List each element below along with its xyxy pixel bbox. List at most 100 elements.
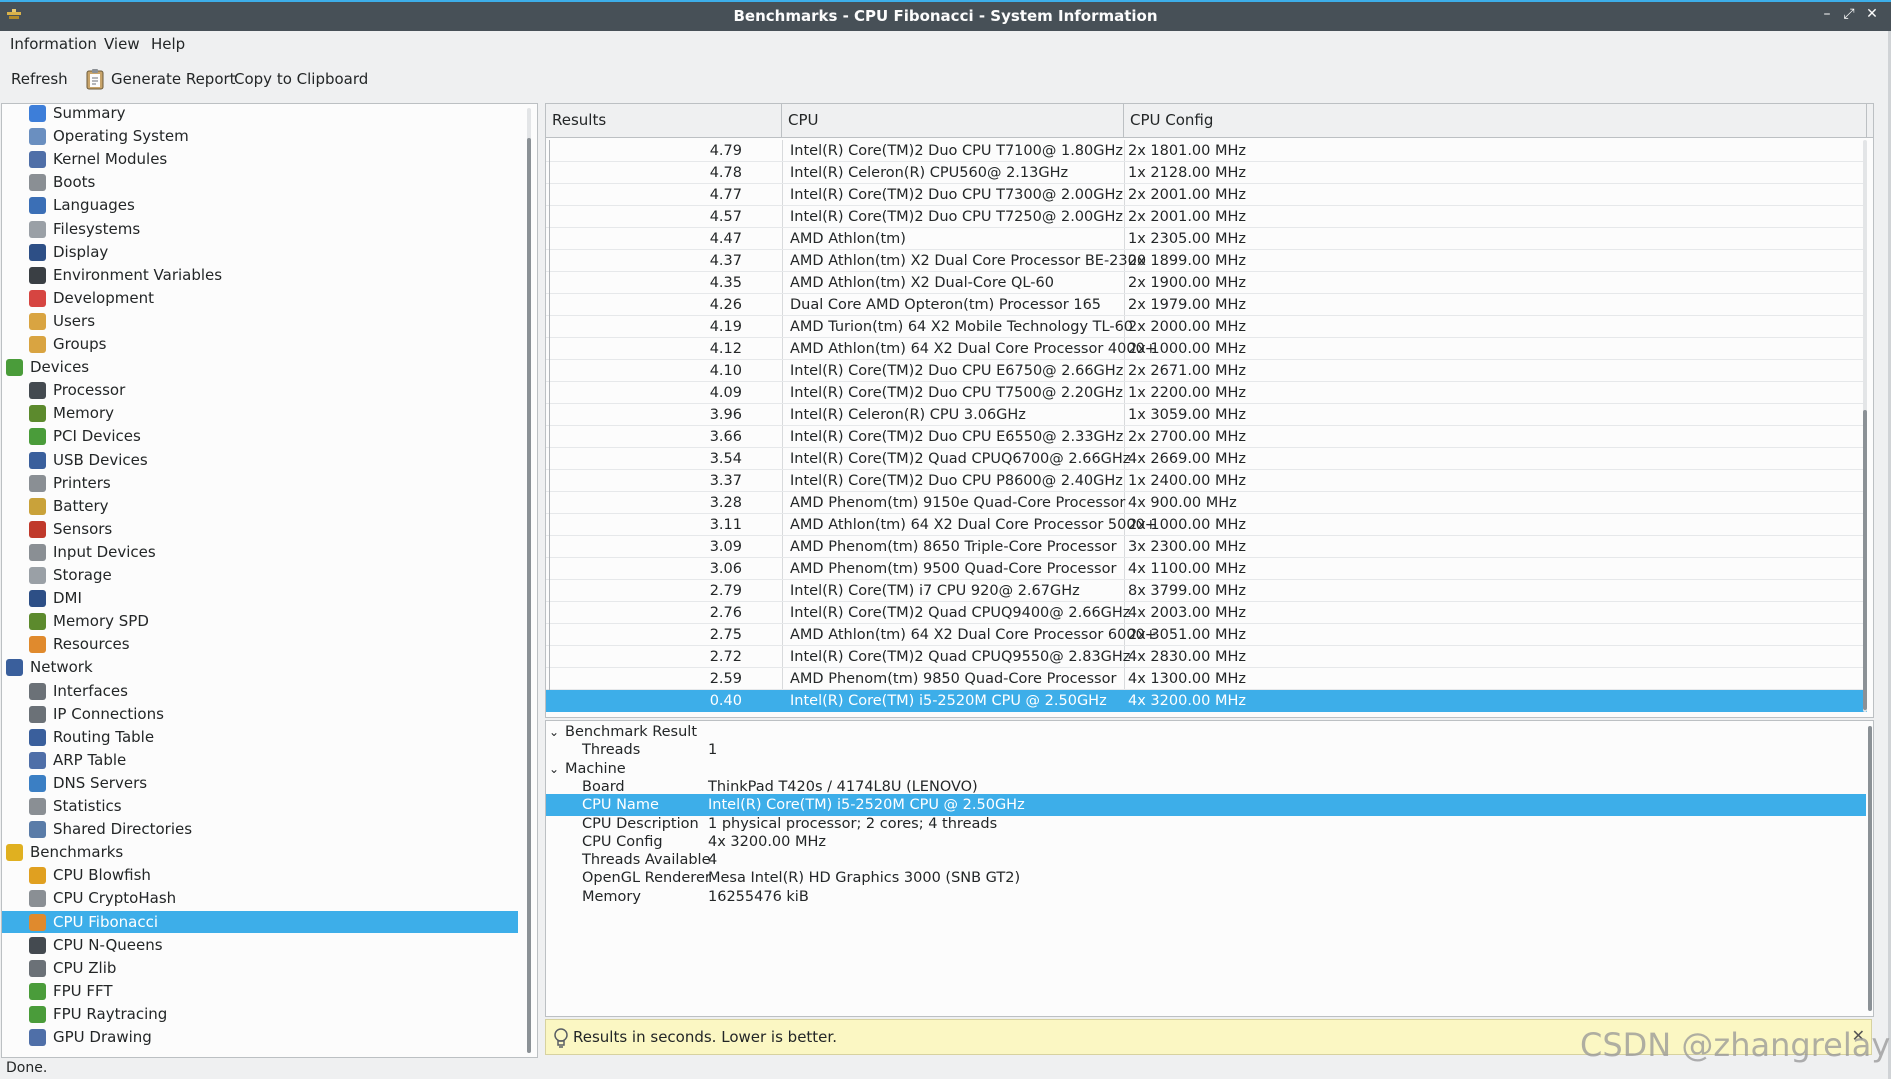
sidebar-item-development[interactable]: Development [2,287,518,309]
details-scrollbar[interactable] [1868,726,1872,1011]
table-row[interactable]: 4.37 AMD Athlon(tm) X2 Dual Core Processo… [546,250,1867,272]
table-row[interactable]: 4.79 Intel(R) Core(TM)2 Duo CPU T7100@ 1.… [546,140,1867,162]
sidebar-item-label: Memory [53,404,115,422]
table-row[interactable]: 2.79 Intel(R) Core(TM) i7 CPU 920@ 2.67GH… [546,580,1867,602]
results-scrollbar-thumb[interactable] [1863,410,1867,710]
sidebar-item-memory[interactable]: Memory [2,402,518,424]
sidebar-tree[interactable]: Summary Operating System Kernel Modules Boo… [1,103,538,1058]
table-row[interactable]: 4.12 AMD Athlon(tm) 64 X2 Dual Core Proce… [546,338,1867,360]
cpu-cell: Intel(R) Core(TM)2 Duo CPU T7250@ 2.00GH… [790,209,1124,225]
sidebar-item-arp-table[interactable]: ARP Table [2,749,518,771]
sidebar-item-gpu-drawing[interactable]: GPU Drawing [2,1026,518,1048]
table-row[interactable]: 4.35 AMD Athlon(tm) X2 Dual-Core QL-60 2x … [546,272,1867,294]
sidebar-item-dmi[interactable]: DMI [2,587,518,609]
minimize-button[interactable]: – [1818,6,1836,26]
results-scrollbar[interactable] [1863,140,1867,712]
sidebar-item-statistics[interactable]: Statistics [2,795,518,817]
column-divider [782,558,783,580]
sidebar-item-battery[interactable]: Battery [2,495,518,517]
table-row[interactable]: 3.11 AMD Athlon(tm) 64 X2 Dual Core Proce… [546,514,1867,536]
table-row[interactable]: 3.66 Intel(R) Core(TM)2 Duo CPU E6550@ 2.… [546,426,1867,448]
sidebar-item-languages[interactable]: Languages [2,194,518,216]
column-header-results[interactable]: Results [546,104,782,137]
memory-icon [29,405,46,422]
sidebar-item-devices[interactable]: Devices [2,356,518,378]
table-row[interactable]: 4.77 Intel(R) Core(TM)2 Duo CPU T7300@ 2.… [546,184,1867,206]
sidebar-item-storage[interactable]: Storage [2,564,518,586]
result-cell: 4.09 [709,385,742,401]
table-row[interactable]: 2.75 AMD Athlon(tm) 64 X2 Dual Core Proce… [546,624,1867,646]
table-row[interactable]: 0.40 Intel(R) Core(TM) i5-2520M CPU @ 2.5… [546,690,1867,712]
copy-to-clipboard-button[interactable]: Copy to Clipboard [234,70,368,88]
detail-row[interactable]: Memory 16255476 kiB [546,886,1866,908]
sidebar-item-label: FPU FFT [53,982,113,1000]
menu-view[interactable]: View [104,35,140,53]
sidebar-item-shared-directories[interactable]: Shared Directories [2,818,518,840]
sidebar-item-cpu-zlib[interactable]: CPU Zlib [2,957,518,979]
table-row[interactable]: 4.47 AMD Athlon(tm) 1x 2305.00 MHz [546,228,1867,250]
table-row[interactable]: 4.26 Dual Core AMD Opteron(tm) Processor … [546,294,1867,316]
sidebar-item-input-devices[interactable]: Input Devices [2,541,518,563]
refresh-button[interactable]: Refresh [11,70,68,88]
column-header-cpu[interactable]: CPU [782,104,1124,137]
sidebar-item-processor[interactable]: Processor [2,379,518,401]
table-row[interactable]: 3.96 Intel(R) Celeron(R) CPU 3.06GHz 1x 30… [546,404,1867,426]
sidebar-item-users[interactable]: Users [2,310,518,332]
table-row[interactable]: 4.57 Intel(R) Core(TM)2 Duo CPU T7250@ 2.… [546,206,1867,228]
sidebar-item-cpu-blowfish[interactable]: CPU Blowfish [2,864,518,886]
sidebar-item-ip-connections[interactable]: IP Connections [2,703,518,725]
cpu-config-cell: 4x 2830.00 MHz [1128,649,1247,665]
sidebar-item-resources[interactable]: Resources [2,633,518,655]
table-row[interactable]: 4.19 AMD Turion(tm) 64 X2 Mobile Technolo… [546,316,1867,338]
result-cell: 3.11 [709,517,742,533]
table-row[interactable]: 2.59 AMD Phenom(tm) 9850 Quad-Core Proces… [546,668,1867,690]
sidebar-item-printers[interactable]: Printers [2,472,518,494]
maximize-button[interactable]: ⤢ [1840,6,1858,26]
sidebar-scrollbar[interactable] [527,108,531,1053]
sidebar-item-interfaces[interactable]: Interfaces [2,680,518,702]
table-row[interactable]: 3.28 AMD Phenom(tm) 9150e Quad-Core Proce… [546,492,1867,514]
sidebar-item-pci-devices[interactable]: PCI Devices [2,425,518,447]
sidebar-scrollbar-thumb[interactable] [527,138,531,1053]
column-divider [1124,558,1125,580]
menu-help[interactable]: Help [151,35,185,53]
sidebar-item-fpu-raytracing[interactable]: FPU Raytracing [2,1003,518,1025]
table-row[interactable]: 2.72 Intel(R) Core(TM)2 Quad CPUQ9550@ 2.… [546,646,1867,668]
sidebar-item-benchmarks[interactable]: Benchmarks [2,841,518,863]
results-table-header: Results CPU CPU Config [546,104,1873,138]
details-panel[interactable]: ⌄ Benchmark Result Threads 1 ⌄ Machine Board Th… [545,720,1874,1017]
close-window-button[interactable]: ✕ [1863,6,1881,26]
sidebar-item-dns-servers[interactable]: DNS Servers [2,772,518,794]
sidebar-item-fpu-fft[interactable]: FPU FFT [2,980,518,1002]
sidebar-item-groups[interactable]: Groups [2,333,518,355]
cpu-cell: Intel(R) Core(TM)2 Duo CPU T7300@ 2.00GH… [790,187,1124,203]
column-header-cpu-config[interactable]: CPU Config [1124,104,1867,137]
sidebar-item-filesystems[interactable]: Filesystems [2,218,518,240]
table-row[interactable]: 4.10 Intel(R) Core(TM)2 Duo CPU E6750@ 2.… [546,360,1867,382]
table-row[interactable]: 3.37 Intel(R) Core(TM)2 Duo CPU P8600@ 2.… [546,470,1867,492]
table-row[interactable]: 4.78 Intel(R) Celeron(R) CPU560@ 2.13GHz 1… [546,162,1867,184]
sidebar-item-memory-spd[interactable]: Memory SPD [2,610,518,632]
sidebar-item-cpu-n-queens[interactable]: CPU N-Queens [2,934,518,956]
table-row[interactable]: 4.09 Intel(R) Core(TM)2 Duo CPU T7500@ 2.… [546,382,1867,404]
table-row[interactable]: 3.06 AMD Phenom(tm) 9500 Quad-Core Proces… [546,558,1867,580]
results-table[interactable]: Results CPU CPU Config 4.79 Intel(R) Core… [545,103,1874,718]
sidebar-item-usb-devices[interactable]: USB Devices [2,449,518,471]
table-row[interactable]: 3.54 Intel(R) Core(TM)2 Quad CPUQ6700@ 2.… [546,448,1867,470]
sidebar-item-cpu-fibonacci[interactable]: CPU Fibonacci [2,911,518,933]
sidebar-item-label: Development [53,289,154,307]
sidebar-item-sensors[interactable]: Sensors [2,518,518,540]
table-row[interactable]: 2.76 Intel(R) Core(TM)2 Quad CPUQ9400@ 2.… [546,602,1867,624]
sidebar-item-display[interactable]: Display [2,241,518,263]
sidebar-item-environment-variables[interactable]: Environment Variables [2,264,518,286]
sidebar-item-network[interactable]: Network [2,656,518,678]
sidebar-item-cpu-cryptohash[interactable]: CPU CryptoHash [2,887,518,909]
sidebar-item-boots[interactable]: Boots [2,171,518,193]
sidebar-item-operating-system[interactable]: Operating System [2,125,518,147]
menu-information[interactable]: Information [10,35,97,53]
table-row[interactable]: 3.09 AMD Phenom(tm) 8650 Triple-Core Proc… [546,536,1867,558]
sidebar-item-kernel-modules[interactable]: Kernel Modules [2,148,518,170]
generate-report-button[interactable]: Generate Report [111,70,236,88]
sidebar-item-summary[interactable]: Summary [2,104,518,124]
sidebar-item-routing-table[interactable]: Routing Table [2,726,518,748]
